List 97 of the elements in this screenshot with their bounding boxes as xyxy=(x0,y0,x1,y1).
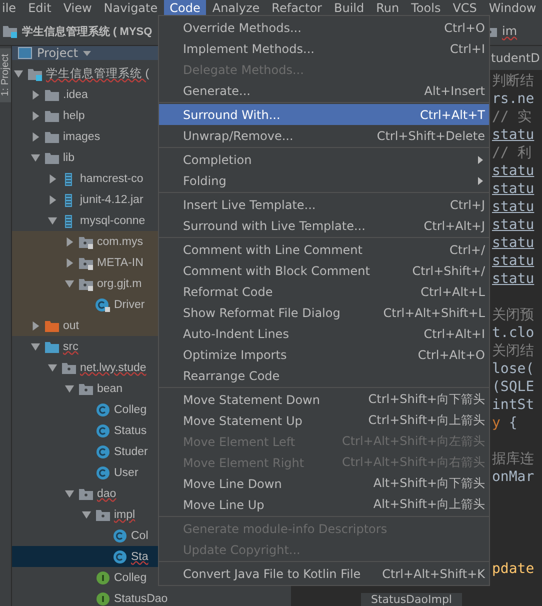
module-icon xyxy=(27,66,43,80)
collapsed-arrow-icon[interactable] xyxy=(30,132,41,142)
expanded-arrow-icon[interactable] xyxy=(64,278,75,288)
expanded-arrow-icon[interactable] xyxy=(30,152,41,162)
menu-item[interactable]: Generate... Alt+Insert xyxy=(159,80,489,101)
menu-item[interactable]: Folding xyxy=(159,170,489,191)
menu-item[interactable]: Insert Live Template... Ctrl+J xyxy=(159,194,489,215)
expanded-arrow-icon[interactable] xyxy=(13,68,24,78)
class-icon xyxy=(95,466,111,480)
code-line: onMar xyxy=(492,469,534,485)
package-icon xyxy=(95,508,111,522)
menu-item[interactable]: Rearrange Code xyxy=(159,365,489,386)
package-icon xyxy=(78,382,94,396)
collapsed-arrow-icon[interactable] xyxy=(64,258,75,268)
menu-bar-item[interactable]: Navigate xyxy=(98,0,164,17)
menu-item[interactable]: Completion xyxy=(159,149,489,170)
class-icon xyxy=(95,402,111,416)
package-icon xyxy=(78,256,94,270)
menu-bar-item[interactable]: VCS xyxy=(446,0,483,17)
menu-item[interactable]: Move Line Up Alt+Shift+向上箭头 xyxy=(159,494,489,515)
collapsed-arrow-icon[interactable] xyxy=(64,236,75,246)
code-line: statu xyxy=(492,127,534,143)
collapsed-arrow-icon[interactable] xyxy=(30,320,41,330)
menu-item[interactable]: Implement Methods... Ctrl+I xyxy=(159,38,489,59)
code-line: 关闭预 xyxy=(492,307,534,323)
code-line: 据库连 xyxy=(492,451,534,467)
code-line: statu xyxy=(492,253,534,269)
code-line: statu xyxy=(492,217,534,233)
expanded-arrow-icon[interactable] xyxy=(64,488,75,498)
menu-item[interactable]: Optimize Imports Ctrl+Alt+O xyxy=(159,344,489,365)
menu-bar-item[interactable]: Analyze xyxy=(206,0,266,17)
menu-bar-item[interactable]: View xyxy=(57,0,98,17)
code-line: 判断结 xyxy=(492,73,534,89)
collapsed-arrow-icon[interactable] xyxy=(30,90,41,100)
code-line: statu xyxy=(492,199,534,215)
collapsed-arrow-icon[interactable] xyxy=(47,194,58,204)
menu-bar-item[interactable]: Edit xyxy=(22,0,58,17)
collapsed-arrow-icon[interactable] xyxy=(47,174,58,184)
menu-bar-item[interactable]: Window xyxy=(482,0,542,17)
class-icon xyxy=(112,550,128,564)
code-line: statu xyxy=(492,163,534,179)
expanded-arrow-icon[interactable] xyxy=(64,384,75,394)
tool-window-tab[interactable]: 1: Project xyxy=(0,48,11,102)
view-selector[interactable]: Project xyxy=(37,46,92,60)
menu-item[interactable]: Unwrap/Remove... Ctrl+Shift+Delete xyxy=(159,125,489,146)
menu-item[interactable]: Override Methods... Ctrl+O xyxy=(159,17,489,38)
folder-icon xyxy=(44,150,60,164)
code-line: (SQLE xyxy=(492,379,534,395)
folder-icon xyxy=(44,108,60,122)
editor-tab[interactable]: StatusDaoImpl xyxy=(361,593,462,606)
menu-bar-item[interactable]: Refactor xyxy=(266,0,328,17)
menu-bar-item[interactable]: Tools xyxy=(405,0,447,17)
expanded-arrow-icon[interactable] xyxy=(81,510,92,520)
code-line: statu xyxy=(492,271,534,287)
package-icon xyxy=(78,234,94,248)
code-line: intSt xyxy=(492,397,534,413)
expanded-arrow-icon[interactable] xyxy=(47,362,58,372)
tree-item[interactable]: StatusDao xyxy=(12,588,291,606)
package-breadcrumb[interactable]: im xyxy=(502,24,518,38)
menu-item[interactable]: Surround With... Ctrl+Alt+T xyxy=(159,104,489,125)
folder-icon xyxy=(44,318,60,332)
code-line: lose( xyxy=(492,361,534,377)
expanded-arrow-icon[interactable] xyxy=(47,216,58,226)
code-line: // 利 xyxy=(492,145,532,161)
editor-tab[interactable]: tudentD xyxy=(491,51,540,65)
folder-icon xyxy=(44,130,60,144)
project-breadcrumb[interactable]: 学生信息管理系统 ( MYSQ xyxy=(22,24,152,38)
code-line: rs.ne xyxy=(492,91,534,107)
code-line: t.clo xyxy=(492,325,534,341)
class-icon xyxy=(95,444,111,458)
window-icon xyxy=(18,47,32,59)
caret-icon xyxy=(83,50,92,56)
module-icon xyxy=(2,24,18,38)
expanded-arrow-icon[interactable] xyxy=(30,342,41,352)
code-line: statu xyxy=(492,235,534,251)
class-icon xyxy=(112,528,128,542)
code-line: statu xyxy=(492,181,534,197)
menu-item[interactable]: Move Line Down Alt+Shift+向下箭头 xyxy=(159,473,489,494)
menu-bar-item[interactable]: ile xyxy=(0,0,22,17)
class-icon xyxy=(95,424,111,438)
package-icon xyxy=(78,486,94,500)
menu-item[interactable]: Move Statement Down Ctrl+Shift+向下箭头 xyxy=(159,389,489,410)
code-line: pdate xyxy=(492,561,534,577)
menu-bar-item[interactable]: Build xyxy=(328,0,370,17)
package-icon xyxy=(78,276,94,290)
code-line: // 实 xyxy=(492,109,532,125)
menu-item[interactable]: Move Statement Up Ctrl+Shift+向上箭头 xyxy=(159,410,489,431)
folder-icon xyxy=(44,340,60,354)
folder-icon xyxy=(44,88,60,102)
code-line: y { xyxy=(492,415,518,431)
menu-bar-item[interactable]: Run xyxy=(370,0,406,17)
class-icon xyxy=(95,298,111,312)
interface-icon xyxy=(95,570,111,584)
collapsed-arrow-icon[interactable] xyxy=(30,110,41,120)
interface-icon xyxy=(95,592,111,606)
code-line: 关闭结 xyxy=(492,343,534,359)
package-icon xyxy=(61,360,77,374)
